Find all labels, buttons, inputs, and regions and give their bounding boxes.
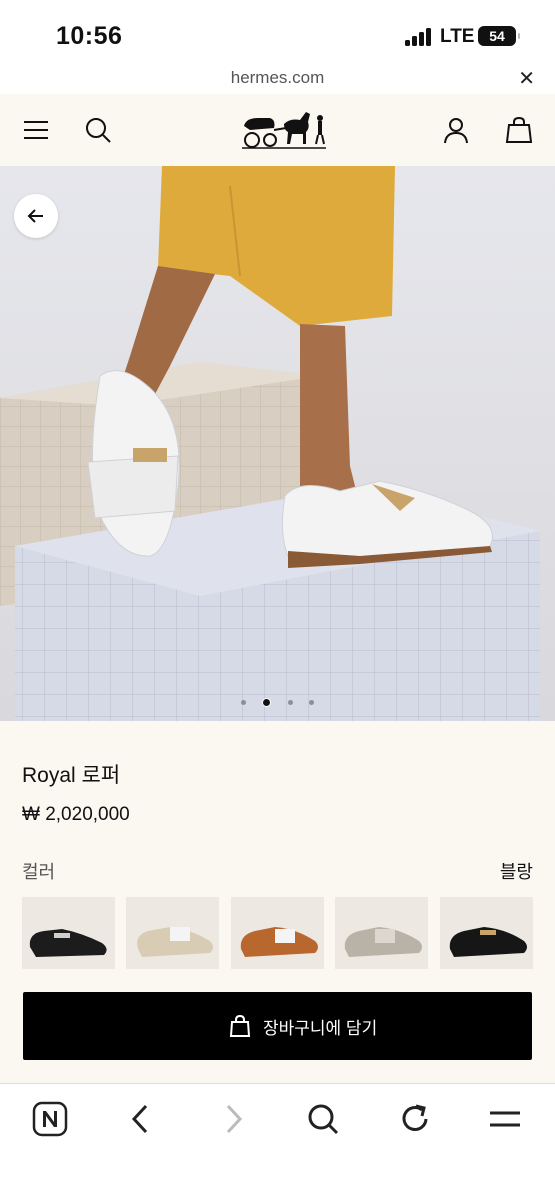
signal-icon	[405, 28, 433, 46]
naver-n-icon[interactable]	[31, 1100, 69, 1138]
carousel-dot-active[interactable]	[262, 698, 272, 708]
loafer-thumbnail	[344, 927, 422, 957]
arrow-left-icon	[27, 209, 43, 223]
battery-level: 54	[489, 28, 505, 44]
carousel-dot[interactable]	[309, 700, 315, 706]
color-label: 컬러	[22, 862, 56, 882]
add-to-cart-label: 장바구니에 담기	[263, 1019, 378, 1038]
close-icon[interactable]: ✕	[518, 66, 535, 91]
product-price: ₩ 2,020,000	[22, 804, 130, 825]
status-time: 10:56	[56, 22, 123, 50]
forward-chevron-icon[interactable]	[214, 1100, 252, 1138]
network-type: LTE	[440, 26, 475, 47]
color-swatches	[22, 897, 555, 969]
shopping-bag-icon[interactable]	[503, 114, 535, 146]
menu-icon[interactable]	[486, 1100, 524, 1138]
hermes-carriage-logo[interactable]	[240, 106, 328, 152]
product-info: Royal 로퍼 ₩ 2,020,000 컬러 블랑 장바구니에 담기	[0, 721, 555, 1083]
add-to-cart-button[interactable]: 장바구니에 담기	[23, 992, 532, 1060]
back-chevron-icon[interactable]	[122, 1100, 160, 1138]
carousel-dots	[0, 694, 555, 712]
selected-color: 블랑	[499, 862, 533, 882]
loafer-thumbnail	[449, 927, 527, 957]
url-bar[interactable]: hermes.com ✕	[0, 62, 555, 94]
battery-icon: 54	[478, 26, 520, 46]
swatch-gris[interactable]	[335, 897, 428, 969]
shopping-bag-icon	[229, 1014, 251, 1037]
hero-photo	[0, 166, 555, 721]
loafer-thumbnail	[137, 927, 213, 957]
status-bar: 10:56 LTE 54	[0, 0, 555, 62]
loafer-thumbnail	[29, 929, 107, 957]
back-button[interactable]	[14, 194, 58, 238]
swatch-noir-2[interactable]	[440, 897, 533, 969]
swatch-noir[interactable]	[22, 897, 115, 969]
reload-icon[interactable]	[396, 1100, 434, 1138]
url-domain[interactable]: hermes.com	[0, 68, 555, 88]
search-icon[interactable]	[304, 1100, 342, 1138]
loafer-thumbnail	[240, 927, 318, 957]
product-hero-image[interactable]	[0, 166, 555, 721]
swatch-gold[interactable]	[231, 897, 324, 969]
menu-icon[interactable]	[20, 114, 52, 146]
carousel-dot[interactable]	[287, 700, 293, 706]
search-icon[interactable]	[82, 114, 114, 146]
product-title: Royal 로퍼	[22, 764, 121, 787]
browser-toolbar	[0, 1083, 555, 1200]
account-icon[interactable]	[440, 114, 472, 146]
site-header	[0, 94, 555, 166]
swatch-beige-blanc[interactable]	[126, 897, 219, 969]
carousel-dot[interactable]	[240, 700, 246, 706]
